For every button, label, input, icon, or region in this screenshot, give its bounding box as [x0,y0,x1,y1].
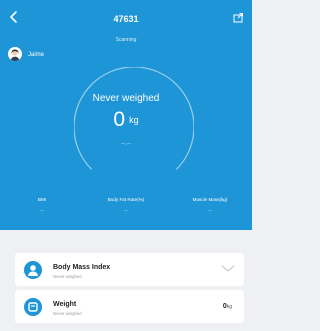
person-icon [24,261,42,279]
scan-status: Scanning [115,37,137,43]
card-title: Body Mass Index [53,264,111,271]
metric-body-fat: Body Fat Rate(%) -- [84,197,168,214]
metric-muscle-mass: Muscle Mass(kg) -- [168,197,252,214]
card-title: Weight [53,301,77,308]
metric-label: Body Fat Rate(%) [107,197,145,202]
weight-value: 0 [113,108,126,131]
card-subtitle: Never weighed [53,274,82,279]
chevron-down-icon[interactable] [221,265,235,273]
metric-value: -- [40,208,44,214]
scale-icon [24,298,42,316]
avatar-icon[interactable] [8,47,22,61]
metric-bmi: BMI -- [0,197,84,214]
metric-value: -- [124,208,128,214]
device-title: 47631 [113,14,139,24]
current-weight: 0 kg [0,108,252,132]
card-value-unit: kg [226,304,232,310]
metric-label: Muscle Mass(kg) [192,197,228,202]
export-icon[interactable] [233,12,244,23]
header-panel: 47631 Scanning Jaime Never weighed 0 kg -… [0,0,252,230]
secondary-reading: --.-- [121,141,131,147]
user-name: Jaime [28,52,45,58]
weigh-status: Never weighed [92,93,160,104]
card-value: 0kg [223,303,232,310]
card-weight[interactable]: Weight Never weighed 0kg [15,290,244,323]
card-subtitle: Never weighed [53,311,82,316]
weight-unit: kg [129,115,139,125]
metric-value: -- [208,208,212,214]
card-body-mass-index[interactable]: Body Mass Index Never weighed [15,253,244,286]
metric-label: BMI [37,197,47,202]
